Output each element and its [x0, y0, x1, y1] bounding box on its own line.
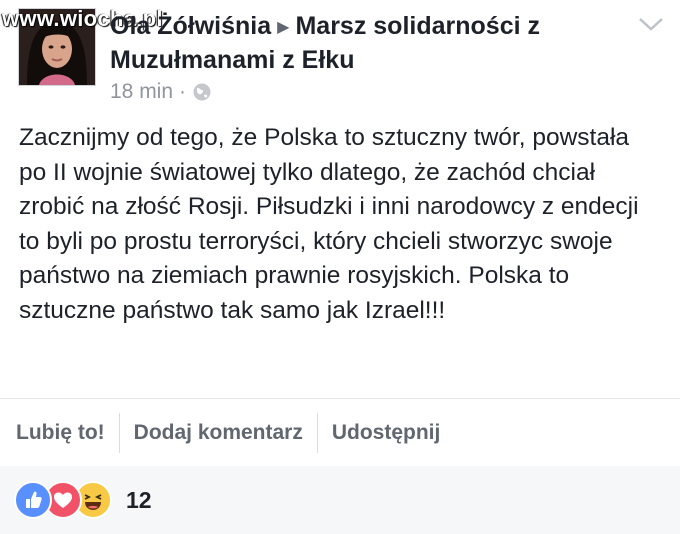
meta-separator: · [179, 80, 187, 103]
post-text: Zacznijmy od tego, że Polska to sztuczny… [19, 124, 639, 324]
post-title: Ola Żółwiśnia ▶ Marsz solidarności z Muzuł… [110, 10, 630, 77]
reactions-bar[interactable]: 12 [0, 466, 680, 534]
like-button[interactable]: Lubię to! [0, 413, 119, 453]
post-timestamp[interactable]: 18 min [110, 80, 173, 104]
post-header: www.wiocha.pl Ola Żółwiśnia ▶ Marsz solida… [0, 0, 680, 110]
reaction-count[interactable]: 12 [126, 487, 152, 514]
comment-button[interactable]: Dodaj komentarz [118, 413, 317, 453]
post-meta: 18 min · [110, 80, 212, 104]
facebook-post: www.wiocha.pl Ola Żółwiśnia ▶ Marsz solida… [0, 0, 680, 534]
action-bar: Lubię to! Dodaj komentarz Udostępnij [0, 398, 680, 468]
chevron-down-icon[interactable] [636, 12, 666, 36]
like-icon [14, 481, 52, 519]
author-name[interactable]: Ola Żółwiśnia [110, 12, 271, 40]
share-arrow-icon: ▶ [277, 19, 290, 36]
share-button[interactable]: Udostępnij [316, 413, 455, 453]
globe-icon [193, 83, 211, 101]
